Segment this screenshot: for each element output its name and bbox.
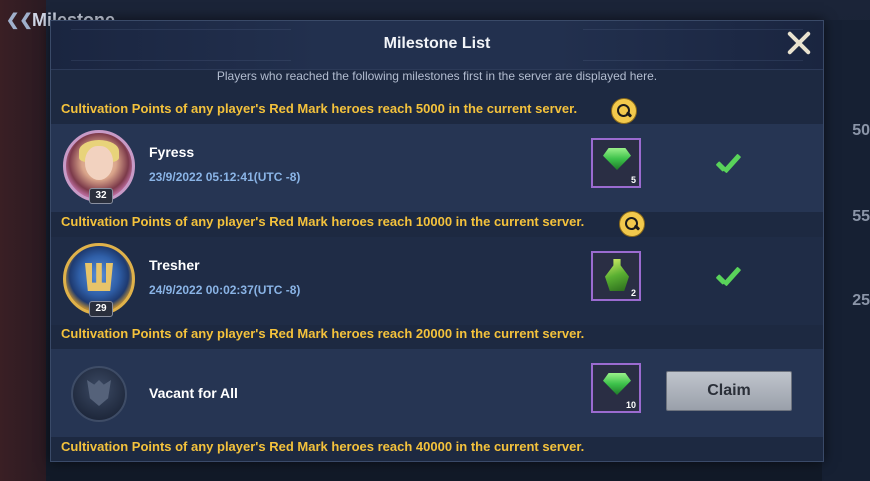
milestone-title: Cultivation Points of any player's Red M… — [61, 214, 585, 229]
milestone-list-modal: Milestone List Players who reached the f… — [50, 20, 824, 462]
milestone-title: Cultivation Points of any player's Red M… — [61, 101, 578, 116]
milestone-row: 29 Tresher 24/9/2022 00:02:37(UTC -8) 2 — [51, 237, 823, 325]
avatar[interactable]: 29 — [63, 243, 135, 317]
avatar[interactable]: 32 — [63, 130, 135, 204]
reward-item[interactable]: 2 — [591, 251, 641, 301]
level-badge: 32 — [89, 188, 113, 204]
reward-item[interactable]: 10 — [591, 363, 641, 413]
milestone-title: Cultivation Points of any player's Red M… — [61, 326, 585, 341]
player-name: Tresher — [149, 257, 200, 273]
vacant-avatar — [71, 366, 127, 422]
search-icon[interactable] — [619, 211, 645, 237]
background-right-panel — [822, 20, 870, 481]
green-gem-icon — [603, 373, 631, 395]
green-gem-icon — [603, 148, 631, 170]
milestone-row: Vacant for All 10 Claim — [51, 349, 823, 437]
close-icon[interactable] — [783, 27, 815, 59]
back-arrow-icon[interactable]: ❮❮ — [6, 10, 33, 30]
player-name: Vacant for All — [149, 385, 238, 401]
level-badge: 29 — [89, 301, 113, 317]
shield-icon — [87, 380, 111, 406]
green-potion-icon — [605, 259, 629, 291]
modal-title: Milestone List — [383, 35, 491, 52]
search-icon[interactable] — [611, 98, 637, 124]
search-icon-handle — [633, 224, 641, 231]
reward-item[interactable]: 5 — [591, 138, 641, 188]
achievement-time: 24/9/2022 00:02:37(UTC -8) — [149, 283, 301, 297]
reward-quantity: 2 — [630, 288, 636, 298]
modal-header: Milestone List — [51, 21, 823, 70]
milestone-row: 32 Fyress 23/9/2022 05:12:41(UTC -8) 5 — [51, 124, 823, 212]
modal-subtitle: Players who reached the following milest… — [216, 69, 658, 83]
background-number: 50 — [852, 122, 870, 139]
reward-quantity: 5 — [630, 175, 636, 185]
background-number: 25 — [852, 292, 870, 309]
background-number: 55 — [852, 208, 870, 225]
avatar-face — [85, 146, 113, 180]
player-name: Fyress — [149, 144, 195, 160]
search-icon-handle — [625, 111, 633, 118]
milestone-title: Cultivation Points of any player's Red M… — [61, 439, 585, 454]
achievement-time: 23/9/2022 05:12:41(UTC -8) — [149, 170, 301, 184]
check-icon — [713, 265, 743, 295]
reward-quantity: 10 — [625, 400, 636, 410]
background-left-panel — [0, 0, 46, 481]
claim-button[interactable]: Claim — [666, 371, 792, 411]
avatar-emblem — [85, 263, 113, 291]
check-icon — [713, 152, 743, 182]
